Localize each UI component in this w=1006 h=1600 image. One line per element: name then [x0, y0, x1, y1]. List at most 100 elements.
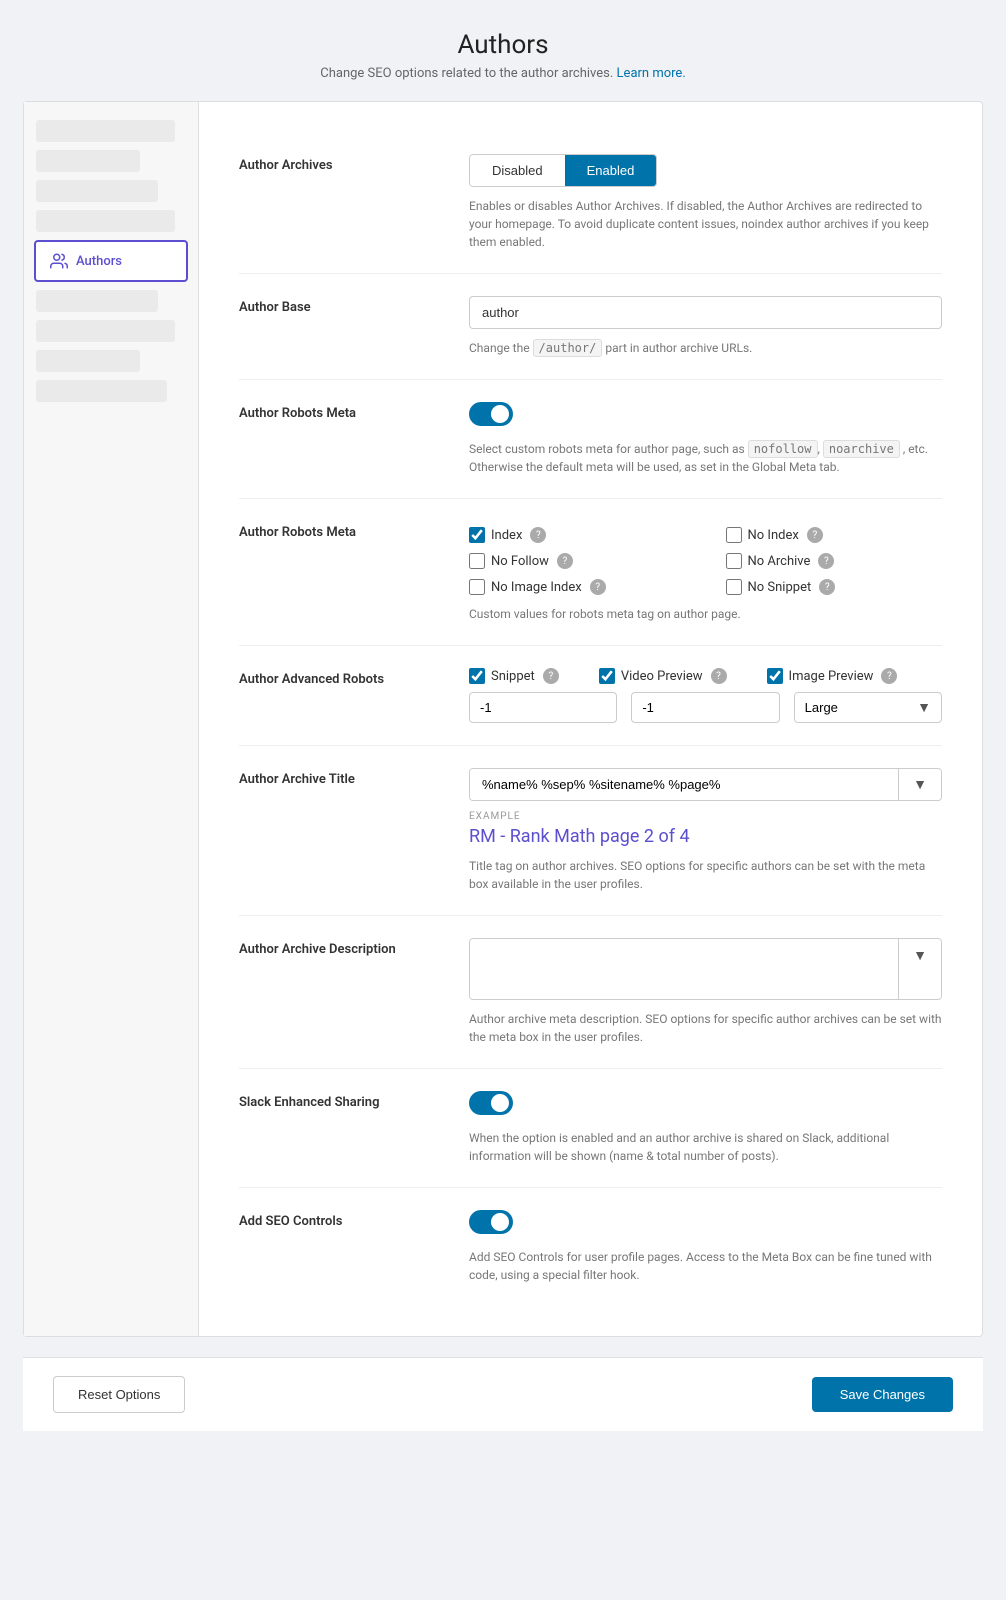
no-snippet-help-icon[interactable]: ?: [819, 579, 835, 595]
no-follow-checkbox[interactable]: [469, 553, 485, 569]
sidebar-item[interactable]: [36, 180, 158, 202]
image-preview-select-wrapper[interactable]: Default None Standard Large ▼: [794, 692, 942, 723]
learn-more-link[interactable]: Learn more.: [617, 66, 686, 81]
index-checkbox[interactable]: [469, 527, 485, 543]
author-robots-meta-toggle-content: Select custom robots meta for author pag…: [469, 402, 942, 476]
image-preview-select[interactable]: Default None Standard Large: [795, 693, 907, 722]
sidebar-item[interactable]: [36, 120, 175, 142]
index-help-icon[interactable]: ?: [530, 527, 546, 543]
author-archive-description-textarea[interactable]: [470, 939, 898, 999]
description-dropdown-btn[interactable]: ▼: [898, 939, 941, 999]
author-base-description: Change the /author/ part in author archi…: [469, 339, 942, 357]
title-dropdown-btn[interactable]: ▼: [898, 769, 941, 800]
slack-enhanced-sharing-toggle[interactable]: [469, 1091, 513, 1115]
no-snippet-label: No Snippet: [748, 580, 812, 595]
robots-grid: Index ? No Index ? No Follow ?: [469, 527, 942, 595]
slack-enhanced-sharing-content: When the option is enabled and an author…: [469, 1091, 942, 1165]
sidebar-item[interactable]: [36, 290, 158, 312]
no-index-help-icon[interactable]: ?: [807, 527, 823, 543]
author-robots-meta-checkboxes-content: Index ? No Index ? No Follow ?: [469, 521, 942, 623]
add-seo-controls-label: Add SEO Controls: [239, 1210, 439, 1284]
video-preview-check: Video Preview ?: [599, 668, 727, 684]
video-preview-help-icon[interactable]: ?: [711, 668, 727, 684]
image-preview-help-icon[interactable]: ?: [881, 668, 897, 684]
footer-bar: Reset Options Save Changes: [23, 1357, 983, 1431]
author-archives-enabled-btn[interactable]: Enabled: [565, 155, 657, 186]
slack-enhanced-sharing-section: Slack Enhanced Sharing When the option i…: [239, 1069, 942, 1188]
image-preview-select-field: Default None Standard Large ▼: [794, 692, 942, 723]
author-archive-description-text: Author archive meta description. SEO opt…: [469, 1010, 942, 1046]
author-base-code: /author/: [533, 339, 603, 357]
no-archive-checkbox-item: No Archive ?: [726, 553, 943, 569]
image-preview-check-label: Image Preview: [789, 669, 874, 684]
snippet-help-icon[interactable]: ?: [543, 668, 559, 684]
index-checkbox-item: Index ?: [469, 527, 686, 543]
author-base-input[interactable]: [469, 296, 942, 329]
users-icon: [50, 252, 68, 270]
advanced-robots-inputs: Default None Standard Large ▼: [469, 692, 942, 723]
seo-controls-toggle-track: [469, 1210, 513, 1234]
snippet-checkbox[interactable]: [469, 668, 485, 684]
author-archive-description-wrapper: ▼: [469, 938, 942, 1000]
author-robots-meta-toggle-label: Author Robots Meta: [239, 402, 439, 476]
sidebar-item[interactable]: [36, 350, 140, 372]
slack-enhanced-sharing-description: When the option is enabled and an author…: [469, 1129, 942, 1165]
author-advanced-robots-label: Author Advanced Robots: [239, 668, 439, 723]
content-area: Author Archives Disabled Enabled Enables…: [199, 102, 982, 1336]
image-preview-check: Image Preview ?: [767, 668, 898, 684]
no-archive-checkbox[interactable]: [726, 553, 742, 569]
author-archives-label: Author Archives: [239, 154, 439, 251]
author-archives-content: Disabled Enabled Enables or disables Aut…: [469, 154, 942, 251]
author-archive-title-content: ▼ EXAMPLE RM - Rank Math page 2 of 4 Tit…: [469, 768, 942, 893]
author-robots-meta-toggle-switch[interactable]: [469, 402, 513, 426]
reset-options-button[interactable]: Reset Options: [53, 1376, 185, 1413]
image-preview-checkbox[interactable]: [767, 668, 783, 684]
robots-meta-description: Custom values for robots meta tag on aut…: [469, 605, 942, 623]
no-snippet-checkbox[interactable]: [726, 579, 742, 595]
author-archives-toggle[interactable]: Disabled Enabled: [469, 154, 657, 187]
snippet-check-label: Snippet: [491, 669, 535, 684]
no-follow-label: No Follow: [491, 554, 549, 569]
add-seo-controls-content: Add SEO Controls for user profile pages.…: [469, 1210, 942, 1284]
page-title: Authors: [457, 30, 548, 60]
no-index-checkbox[interactable]: [726, 527, 742, 543]
slack-toggle-track: [469, 1091, 513, 1115]
sidebar-item[interactable]: [36, 210, 175, 232]
select-arrow-icon: ▼: [907, 699, 941, 716]
nofollow-code: nofollow: [748, 440, 818, 458]
video-preview-checkbox[interactable]: [599, 668, 615, 684]
save-changes-button[interactable]: Save Changes: [812, 1377, 953, 1412]
author-archive-title-input-wrapper: ▼: [469, 768, 942, 801]
author-archive-title-input[interactable]: [470, 769, 898, 800]
sidebar-item-authors[interactable]: Authors: [34, 240, 188, 282]
toggle-track: [469, 402, 513, 426]
author-base-content: Change the /author/ part in author archi…: [469, 296, 942, 357]
example-label: EXAMPLE: [469, 811, 942, 822]
no-follow-help-icon[interactable]: ?: [557, 553, 573, 569]
author-robots-meta-toggle-section: Author Robots Meta Select custom robots …: [239, 380, 942, 499]
no-snippet-checkbox-item: No Snippet ?: [726, 579, 943, 595]
no-index-label: No Index: [748, 528, 799, 543]
author-robots-meta-checkboxes-label: Author Robots Meta: [239, 521, 439, 623]
sidebar-item[interactable]: [36, 320, 175, 342]
example-value: RM - Rank Math page 2 of 4: [469, 826, 942, 847]
author-advanced-robots-content: Snippet ? Video Preview ? Image Preview …: [469, 668, 942, 723]
author-robots-meta-toggle-description: Select custom robots meta for author pag…: [469, 440, 942, 476]
video-preview-value-input[interactable]: [631, 692, 779, 723]
no-image-index-help-icon[interactable]: ?: [590, 579, 606, 595]
sidebar-item[interactable]: [36, 380, 167, 402]
page-subtitle: Change SEO options related to the author…: [320, 66, 686, 81]
sidebar-item[interactable]: [36, 150, 140, 172]
index-label: Index: [491, 528, 522, 543]
no-image-index-checkbox[interactable]: [469, 579, 485, 595]
snippet-value-input[interactable]: [469, 692, 617, 723]
sidebar-active-label: Authors: [76, 254, 122, 269]
no-image-index-checkbox-item: No Image Index ?: [469, 579, 686, 595]
author-archives-section: Author Archives Disabled Enabled Enables…: [239, 132, 942, 274]
author-base-section: Author Base Change the /author/ part in …: [239, 274, 942, 380]
advanced-robots-header: Snippet ? Video Preview ? Image Preview …: [469, 668, 942, 684]
no-archive-help-icon[interactable]: ?: [818, 553, 834, 569]
add-seo-controls-toggle[interactable]: [469, 1210, 513, 1234]
no-archive-label: No Archive: [748, 554, 811, 569]
author-archives-disabled-btn[interactable]: Disabled: [470, 155, 565, 186]
